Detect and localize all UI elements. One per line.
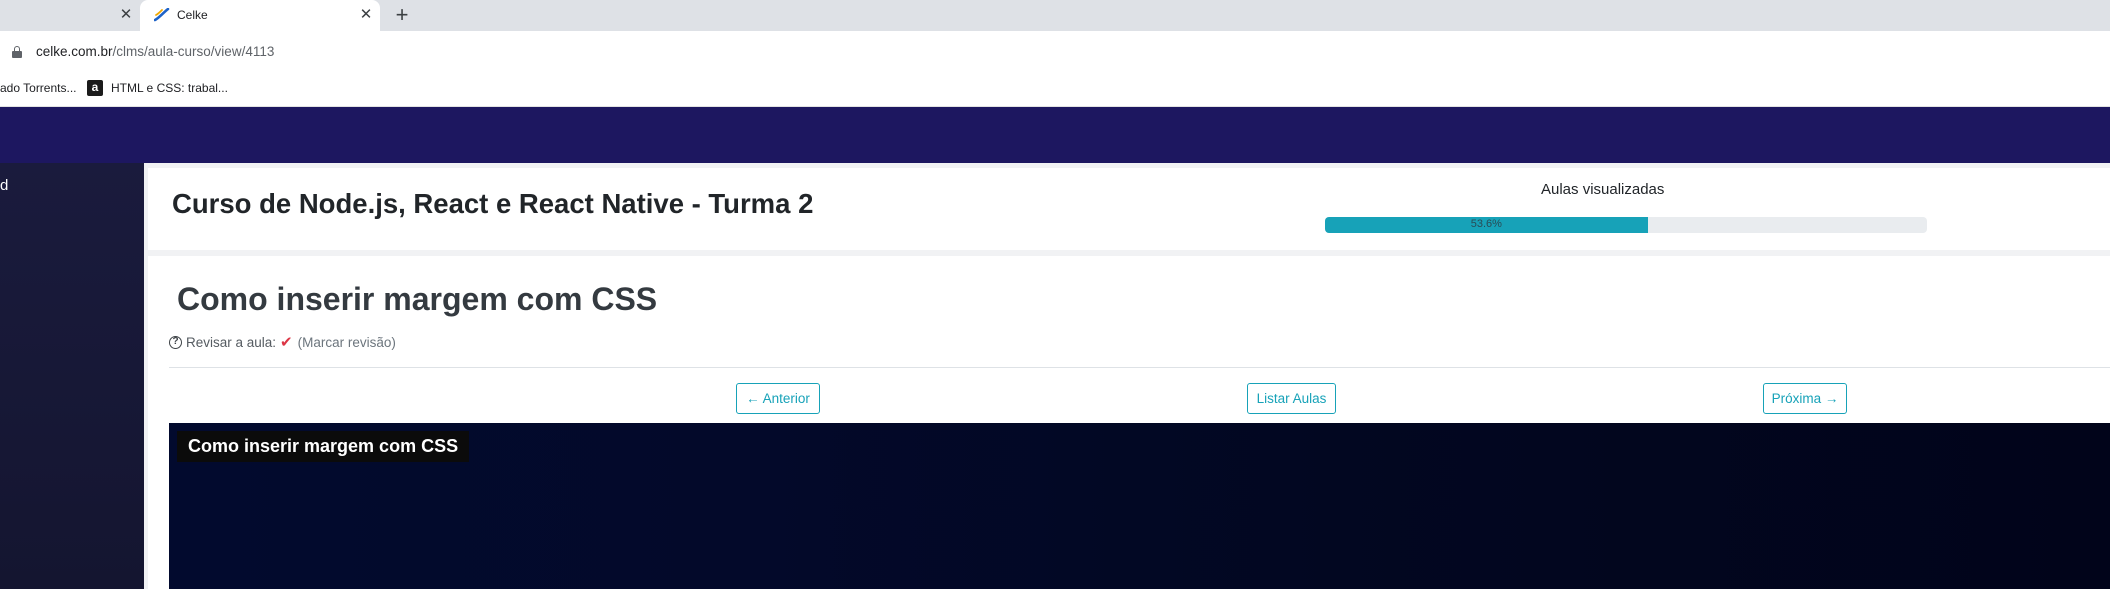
bookmark-favicon-icon: a: [87, 80, 103, 96]
question-circle-icon: ?: [169, 335, 182, 349]
lesson-card: Como inserir margem com CSS ? Revisar a …: [148, 256, 2110, 589]
review-row: ? Revisar a aula: ✔ (Marcar revisão): [169, 333, 396, 351]
main-content: Curso de Node.js, React e React Native -…: [144, 163, 2110, 589]
video-title-caption: Como inserir margem com CSS: [177, 431, 470, 462]
lock-icon[interactable]: [12, 46, 22, 58]
lesson-title: Como inserir margem com CSS: [177, 281, 658, 317]
previous-lesson-button[interactable]: ← Anterior: [736, 383, 820, 414]
course-title: Curso de Node.js, React e React Native -…: [172, 188, 814, 219]
mark-review-link[interactable]: (Marcar revisão): [298, 335, 396, 350]
video-player[interactable]: Como inserir margem com CSS: [169, 423, 2110, 589]
address-bar[interactable]: celke.com.br/clms/aula-curso/view/4113: [0, 31, 2110, 71]
new-tab-button[interactable]: +: [392, 4, 412, 26]
url-text[interactable]: celke.com.br/clms/aula-curso/view/4113: [36, 44, 274, 59]
celke-logo-icon: [154, 8, 170, 22]
progress-label: Aulas visualizadas: [1541, 181, 1665, 198]
tab-title: Celke: [177, 8, 208, 22]
progress-percent-text: 53.6%: [1470, 218, 1502, 230]
url-path: /clms/aula-curso/view/4113: [112, 44, 275, 59]
next-lesson-button[interactable]: Próxima →: [1763, 383, 1847, 414]
check-icon[interactable]: ✔: [280, 333, 293, 351]
sidebar-item[interactable]: d: [0, 177, 8, 194]
bookmark-torrents[interactable]: ado Torrents...: [0, 81, 77, 95]
progress-bar-fill: 53.6%: [1325, 217, 1648, 233]
browser-tab-strip: ✕ Celke ✕ +: [0, 0, 2110, 31]
browser-tab-celke[interactable]: Celke ✕: [140, 0, 380, 31]
bookmark-html-css[interactable]: HTML e CSS: trabal...: [111, 81, 228, 95]
site-top-navbar: [0, 107, 2110, 163]
progress-bar: 53.6%: [1325, 217, 1927, 233]
close-icon[interactable]: ✕: [118, 7, 134, 23]
url-domain: celke.com.br: [36, 44, 113, 59]
close-icon[interactable]: ✕: [358, 7, 374, 23]
divider: [169, 367, 2110, 368]
browser-tab-previous[interactable]: ✕: [0, 0, 140, 31]
bookmarks-bar: ado Torrents... a HTML e CSS: trabal...: [0, 71, 2110, 107]
review-label: Revisar a aula:: [186, 334, 277, 350]
course-header-card: Curso de Node.js, React e React Native -…: [148, 168, 2110, 250]
list-lessons-button[interactable]: Listar Aulas: [1247, 383, 1336, 414]
sidebar: d: [0, 163, 144, 589]
